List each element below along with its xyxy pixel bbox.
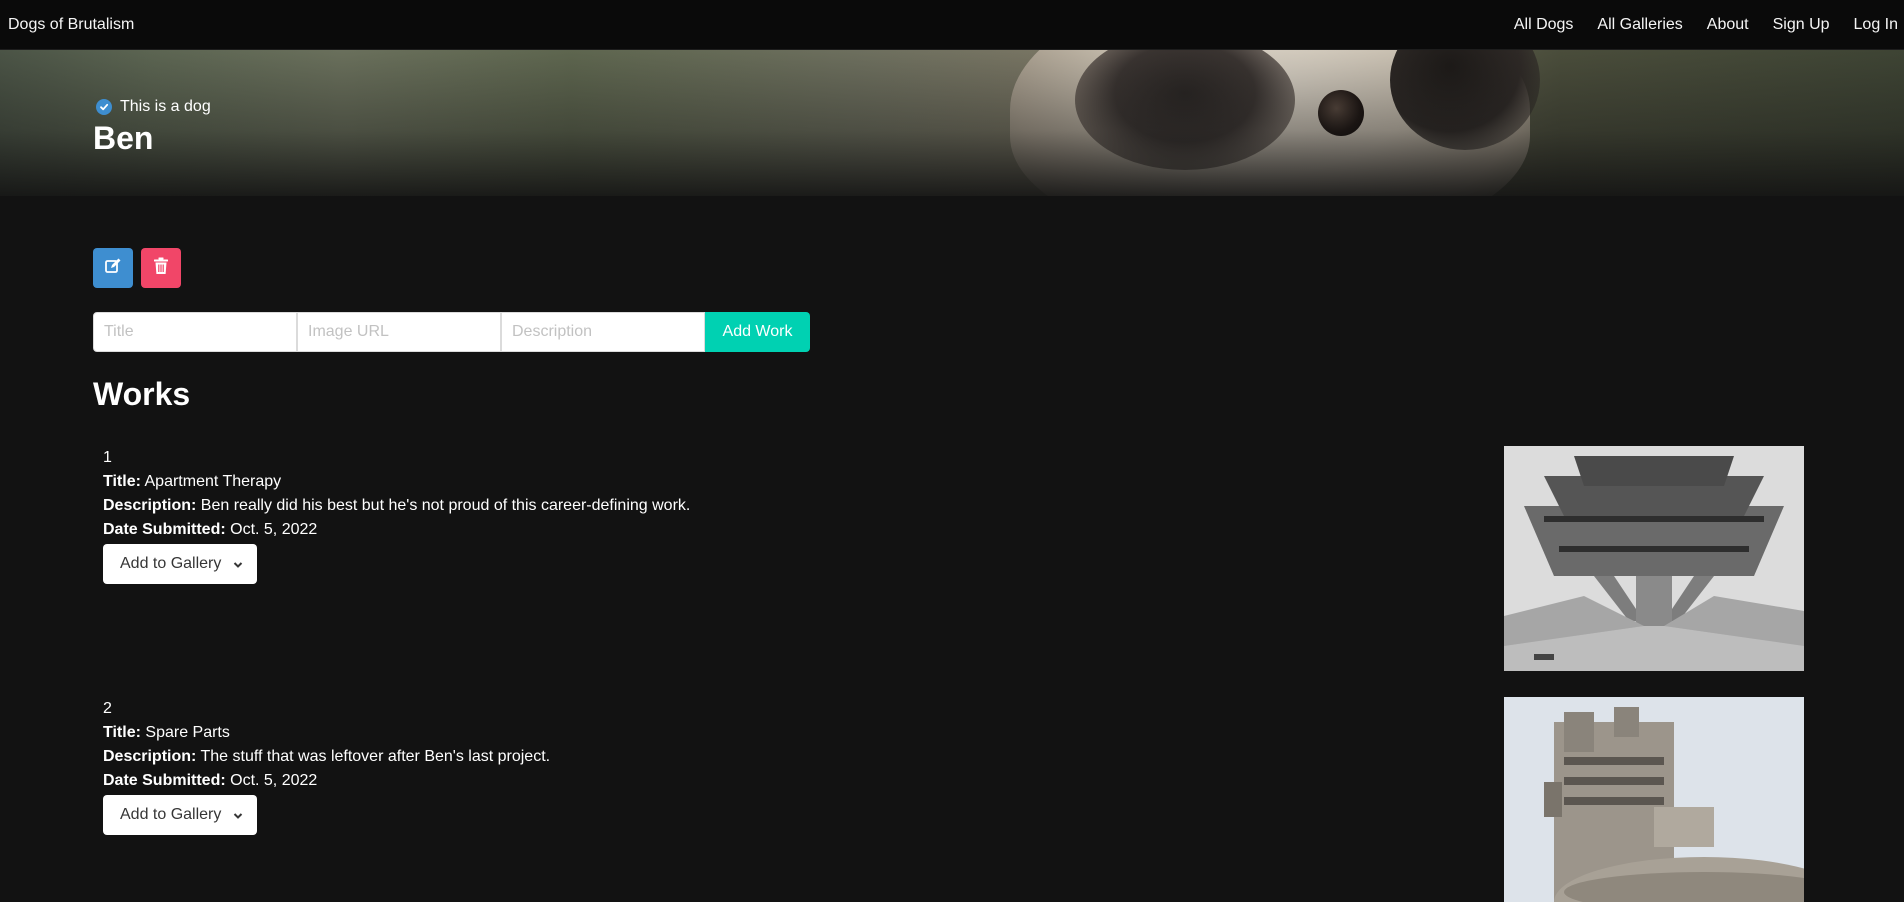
work-image [1504,446,1804,671]
work-number: 1 [103,449,112,466]
edit-button[interactable] [93,248,133,288]
nav-about[interactable]: About [1707,16,1749,34]
work-title-line: Title: Apartment Therapy [103,470,690,494]
work-description: The stuff that was leftover after Ben's … [200,748,551,765]
trash-icon [153,257,169,280]
date-label: Date Submitted: [103,772,226,789]
work-description-line: Description: The stuff that was leftover… [103,745,550,769]
work-item: 2 Title: Spare Parts Description: The st… [103,697,550,835]
work-title: Apartment Therapy [144,473,282,490]
description-label: Description: [103,748,197,765]
check-circle-icon [96,99,112,115]
work-date-line: Date Submitted: Oct. 5, 2022 [103,518,690,542]
add-work-form: Add Work [93,312,810,352]
page-title: Ben [93,120,154,156]
nav-links: All Dogs All Galleries About Sign Up Log… [1490,0,1904,49]
work-date: Oct. 5, 2022 [230,521,318,538]
work-image [1504,697,1804,902]
date-label: Date Submitted: [103,521,226,538]
hero-banner: This is a dog Ben [0,50,1904,196]
add-to-gallery-select[interactable]: Add to Gallery [103,795,257,835]
work-description: Ben really did his best but he's not pro… [200,497,691,514]
nav-all-dogs[interactable]: All Dogs [1514,16,1574,34]
work-number: 2 [103,700,112,717]
verified-badge: This is a dog [96,98,211,116]
work-description-line: Description: Ben really did his best but… [103,494,690,518]
gallery-select-label: Add to Gallery [120,555,222,572]
nav-all-galleries[interactable]: All Galleries [1597,16,1682,34]
work-item: 1 Title: Apartment Therapy Description: … [103,446,690,584]
description-input[interactable] [501,312,705,352]
brand-link[interactable]: Dogs of Brutalism [0,16,134,34]
top-navbar: Dogs of Brutalism All Dogs All Galleries… [0,0,1904,50]
description-label: Description: [103,497,197,514]
nav-log-in[interactable]: Log In [1854,16,1898,34]
works-heading: Works [93,376,191,412]
chevron-down-icon [233,556,243,580]
title-label: Title: [103,473,141,490]
edit-icon [104,257,122,280]
work-date-line: Date Submitted: Oct. 5, 2022 [103,769,550,793]
work-title-line: Title: Spare Parts [103,721,550,745]
gallery-select-label: Add to Gallery [120,806,222,823]
hero-overlay [0,50,1904,196]
delete-button[interactable] [141,248,181,288]
add-to-gallery-select[interactable]: Add to Gallery [103,544,257,584]
verified-text: This is a dog [120,98,211,115]
work-date: Oct. 5, 2022 [230,772,318,789]
nav-sign-up[interactable]: Sign Up [1773,16,1830,34]
title-input[interactable] [93,312,297,352]
add-work-button[interactable]: Add Work [705,312,810,352]
chevron-down-icon [233,807,243,831]
image-url-input[interactable] [297,312,501,352]
work-title: Spare Parts [145,724,230,741]
title-label: Title: [103,724,141,741]
